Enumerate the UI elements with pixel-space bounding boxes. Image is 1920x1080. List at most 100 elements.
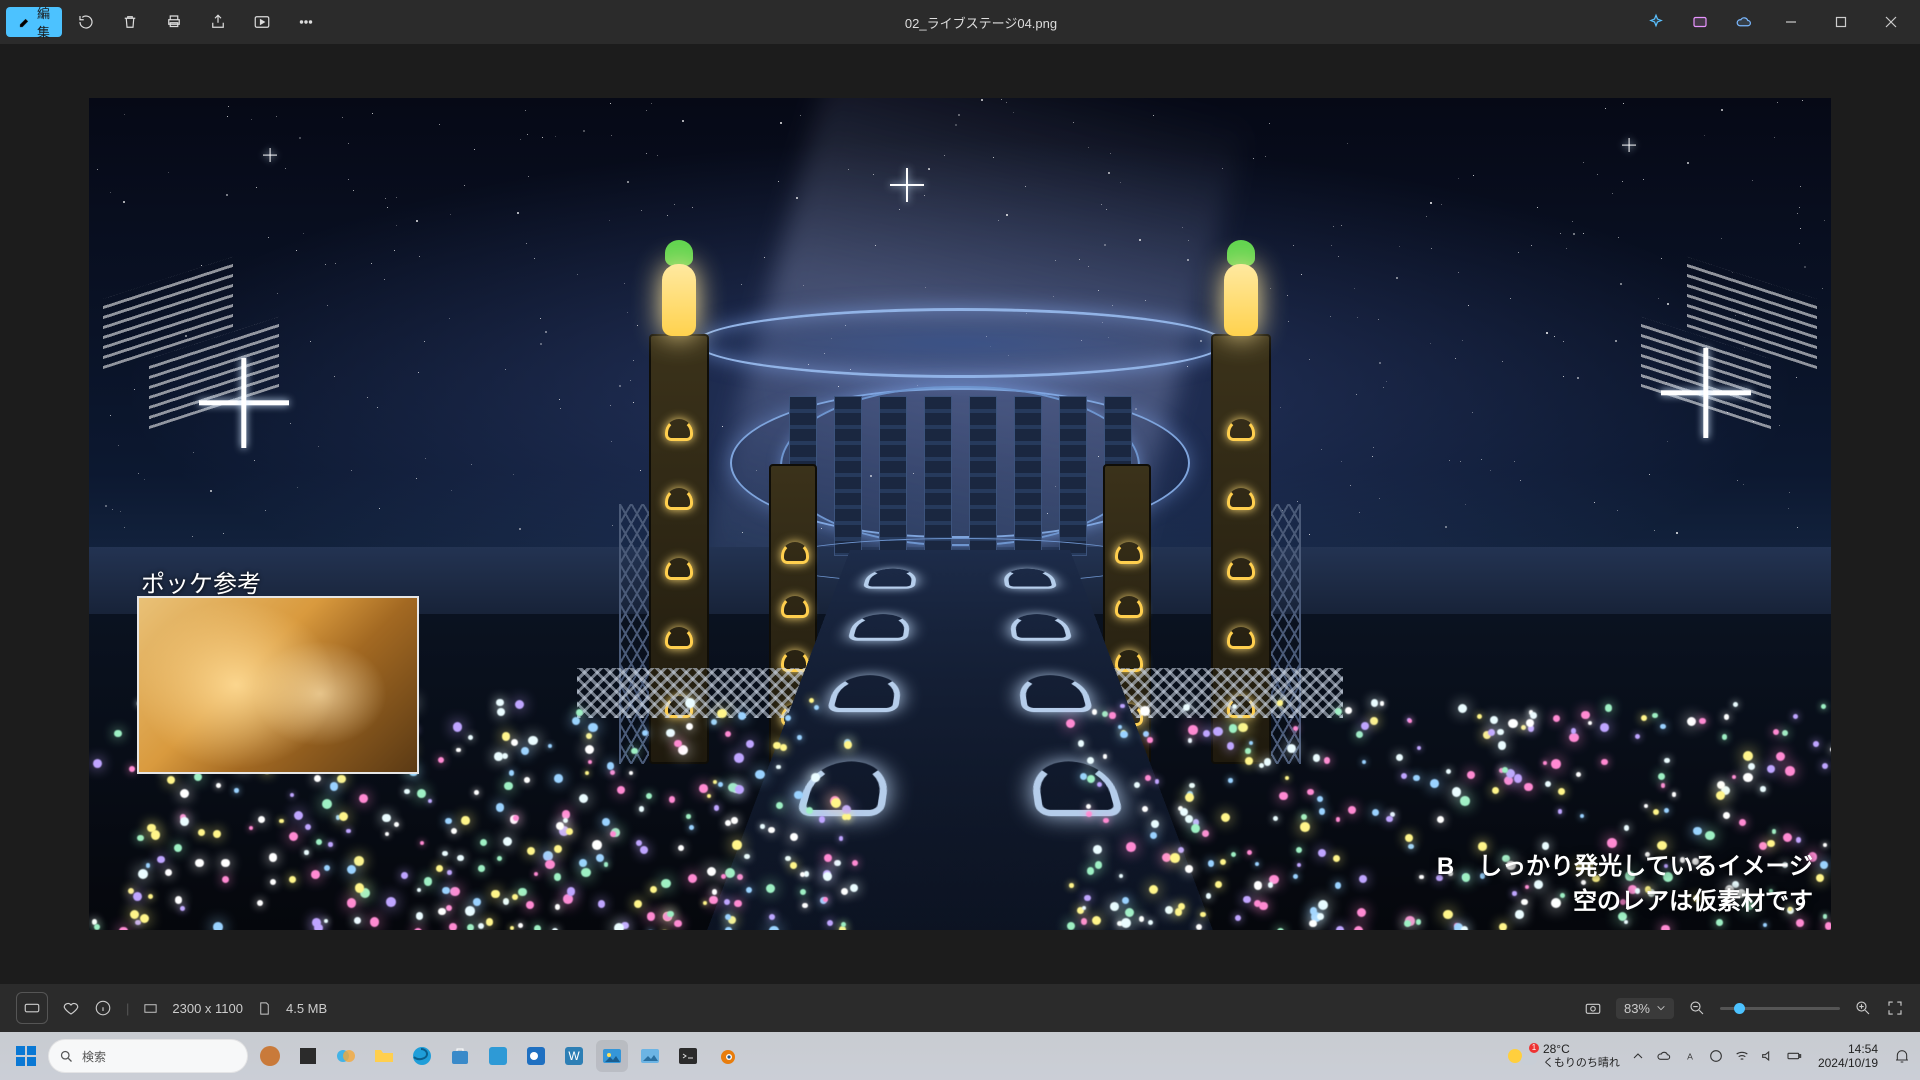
- zoom-in-icon[interactable]: [1854, 999, 1872, 1017]
- app-icon: [258, 1044, 282, 1068]
- zoom-out-icon[interactable]: [1688, 999, 1706, 1017]
- blender-icon: [714, 1044, 738, 1068]
- note-line2: 空のレアは仮素材です: [1437, 881, 1813, 916]
- sparkle-icon: [1647, 13, 1665, 31]
- camera-icon[interactable]: [1584, 999, 1602, 1017]
- svg-text:A: A: [1687, 1051, 1693, 1061]
- meet-now-icon[interactable]: [1708, 1048, 1724, 1064]
- taskbar-app-blender[interactable]: [710, 1040, 742, 1072]
- battery-icon[interactable]: [1786, 1048, 1802, 1064]
- outlook-icon: [524, 1044, 548, 1068]
- magic-select-button[interactable]: [1636, 5, 1676, 39]
- weather-icon: 1: [1515, 1045, 1537, 1067]
- zoom-slider[interactable]: [1720, 1007, 1840, 1010]
- copilot-icon: [334, 1044, 358, 1068]
- taskbar-app-copilot[interactable]: [330, 1040, 362, 1072]
- taskbar-app-4[interactable]: W: [558, 1040, 590, 1072]
- taskbar-app-explorer[interactable]: [368, 1040, 400, 1072]
- dimensions-value: 2300 x 1100: [172, 1001, 243, 1016]
- canvas-viewport[interactable]: ポッケ参考 B しっかり発光しているイメージ 空のレアは仮素材です: [0, 44, 1920, 984]
- dimensions-icon: [143, 1001, 158, 1016]
- taskbar-app-edge[interactable]: [406, 1040, 438, 1072]
- onedrive-tray-icon[interactable]: [1656, 1048, 1672, 1064]
- clock-time: 14:54: [1848, 1042, 1878, 1056]
- terminal-icon: [676, 1044, 700, 1068]
- edit-icon: [18, 16, 31, 29]
- app-icon: [486, 1044, 510, 1068]
- taskbar-app-photos[interactable]: [596, 1040, 628, 1072]
- minimize-icon: [1785, 16, 1797, 28]
- minimize-button[interactable]: [1768, 5, 1814, 39]
- taskbar-app-5[interactable]: [634, 1040, 666, 1072]
- store-icon: [448, 1044, 472, 1068]
- edge-icon: [410, 1044, 434, 1068]
- ime-icon[interactable]: A: [1682, 1048, 1698, 1064]
- annotation-note: B しっかり発光しているイメージ 空のレアは仮素材です: [1437, 846, 1813, 916]
- search-placeholder: 検索: [82, 1048, 106, 1065]
- ellipsis-icon: [297, 13, 315, 31]
- print-icon: [165, 13, 183, 31]
- taskbar-clock[interactable]: 14:54 2024/10/19: [1818, 1042, 1878, 1071]
- windows-logo-icon: [14, 1044, 38, 1068]
- onedrive-button[interactable]: [1724, 5, 1764, 39]
- note-prefix: B: [1437, 853, 1454, 880]
- image-icon: [638, 1044, 662, 1068]
- titlebar: 編集 02_ライブステージ04.png: [0, 0, 1920, 44]
- taskbar-app-1[interactable]: [254, 1040, 286, 1072]
- slideshow-button[interactable]: [242, 5, 282, 39]
- share-icon: [209, 13, 227, 31]
- maximize-icon: [1835, 16, 1847, 28]
- cloud-icon: [1735, 13, 1753, 31]
- taskbar-app-terminal[interactable]: [672, 1040, 704, 1072]
- delete-button[interactable]: [110, 5, 150, 39]
- rotate-button[interactable]: [66, 5, 106, 39]
- filmstrip-toggle[interactable]: [16, 992, 48, 1024]
- reference-label: ポッケ参考: [141, 564, 261, 599]
- filesize-value: 4.5 MB: [286, 1001, 327, 1016]
- share-button[interactable]: [198, 5, 238, 39]
- more-button[interactable]: [286, 5, 326, 39]
- taskbar-app-store[interactable]: [444, 1040, 476, 1072]
- filesize-icon: [257, 1001, 272, 1016]
- info-icon[interactable]: [94, 999, 112, 1017]
- wifi-icon[interactable]: [1734, 1048, 1750, 1064]
- folder-icon: [372, 1044, 396, 1068]
- rotate-icon: [77, 13, 95, 31]
- note-line1: しっかり発光しているイメージ: [1478, 853, 1813, 880]
- clock-date: 2024/10/19: [1818, 1056, 1878, 1070]
- start-button[interactable]: [10, 1040, 42, 1072]
- photos-icon: [600, 1044, 624, 1068]
- chevron-up-icon[interactable]: [1630, 1048, 1646, 1064]
- window-title: 02_ライブステージ04.png: [905, 13, 1057, 32]
- notifications-icon[interactable]: [1894, 1048, 1910, 1064]
- clip-icon: [1691, 13, 1709, 31]
- weather-temp: 28°C: [1543, 1043, 1620, 1056]
- maximize-button[interactable]: [1818, 5, 1864, 39]
- svg-text:W: W: [568, 1049, 580, 1063]
- print-button[interactable]: [154, 5, 194, 39]
- taskbar-app-2[interactable]: [292, 1040, 324, 1072]
- taskbar-app-3[interactable]: [482, 1040, 514, 1072]
- close-button[interactable]: [1868, 5, 1914, 39]
- zoom-value: 83%: [1624, 1001, 1650, 1016]
- filmstrip-icon: [23, 999, 41, 1017]
- trash-icon: [121, 13, 139, 31]
- taskbar-app-outlook[interactable]: [520, 1040, 552, 1072]
- image-content: ポッケ参考 B しっかり発光しているイメージ 空のレアは仮素材です: [89, 98, 1831, 930]
- chevron-down-icon: [1656, 1003, 1666, 1013]
- taskbar-weather[interactable]: 1 28°C くもりのち晴れ: [1515, 1043, 1620, 1068]
- reference-image: [137, 596, 419, 774]
- weather-desc: くもりのち晴れ: [1543, 1057, 1620, 1069]
- clipchamp-button[interactable]: [1680, 5, 1720, 39]
- fullscreen-icon[interactable]: [1886, 999, 1904, 1017]
- search-icon: [59, 1049, 74, 1064]
- status-bar: | 2300 x 1100 4.5 MB 83%: [0, 984, 1920, 1032]
- windows-taskbar: 検索 W 1 28°C くもりのち晴れ A 14:54: [0, 1032, 1920, 1080]
- close-icon: [1885, 16, 1897, 28]
- volume-icon[interactable]: [1760, 1048, 1776, 1064]
- zoom-dropdown[interactable]: 83%: [1616, 998, 1674, 1019]
- edit-button[interactable]: 編集: [6, 7, 62, 37]
- heart-icon[interactable]: [62, 999, 80, 1017]
- play-rect-icon: [253, 13, 271, 31]
- taskbar-search[interactable]: 検索: [48, 1039, 248, 1073]
